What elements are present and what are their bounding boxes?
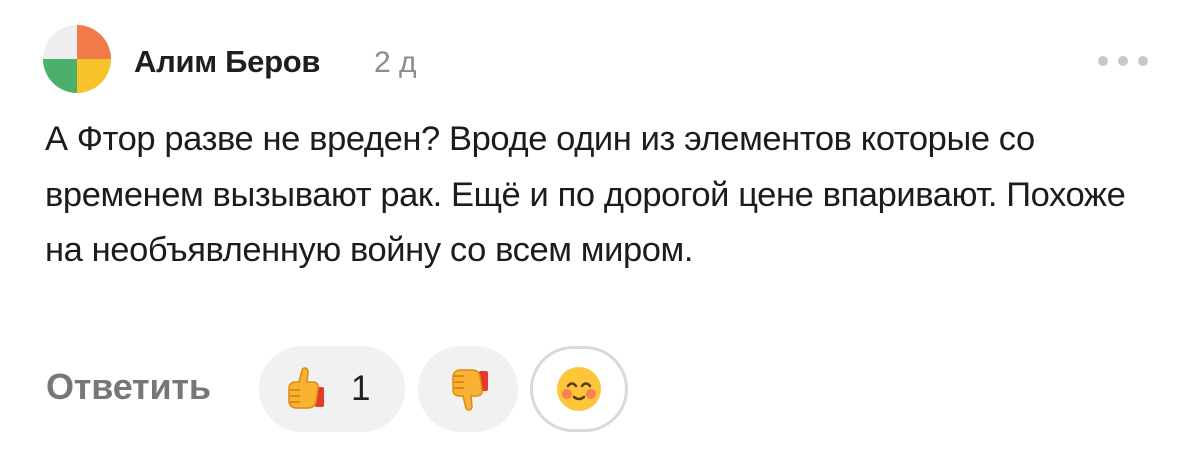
author-name[interactable]: Алим Беров xyxy=(134,44,320,80)
dislike-button[interactable] xyxy=(418,346,518,432)
dot xyxy=(1118,56,1128,66)
comment-time: 2 д xyxy=(374,46,417,79)
thumbs-down-icon xyxy=(443,364,493,414)
thumbs-up-icon xyxy=(279,364,329,414)
dot xyxy=(1098,56,1108,66)
more-dots-icon[interactable] xyxy=(1098,52,1148,70)
dot xyxy=(1138,56,1148,66)
add-reaction-button[interactable] xyxy=(530,346,628,432)
reply-button[interactable]: Ответить xyxy=(46,366,211,408)
avatar-icon xyxy=(43,25,111,93)
like-count: 1 xyxy=(351,369,371,408)
like-button[interactable]: 1 xyxy=(259,346,405,432)
smiling-face-icon xyxy=(555,365,603,413)
comment-text: А Фтор разве не вреден? Вроде один из эл… xyxy=(45,120,1126,269)
avatar[interactable] xyxy=(43,25,111,93)
